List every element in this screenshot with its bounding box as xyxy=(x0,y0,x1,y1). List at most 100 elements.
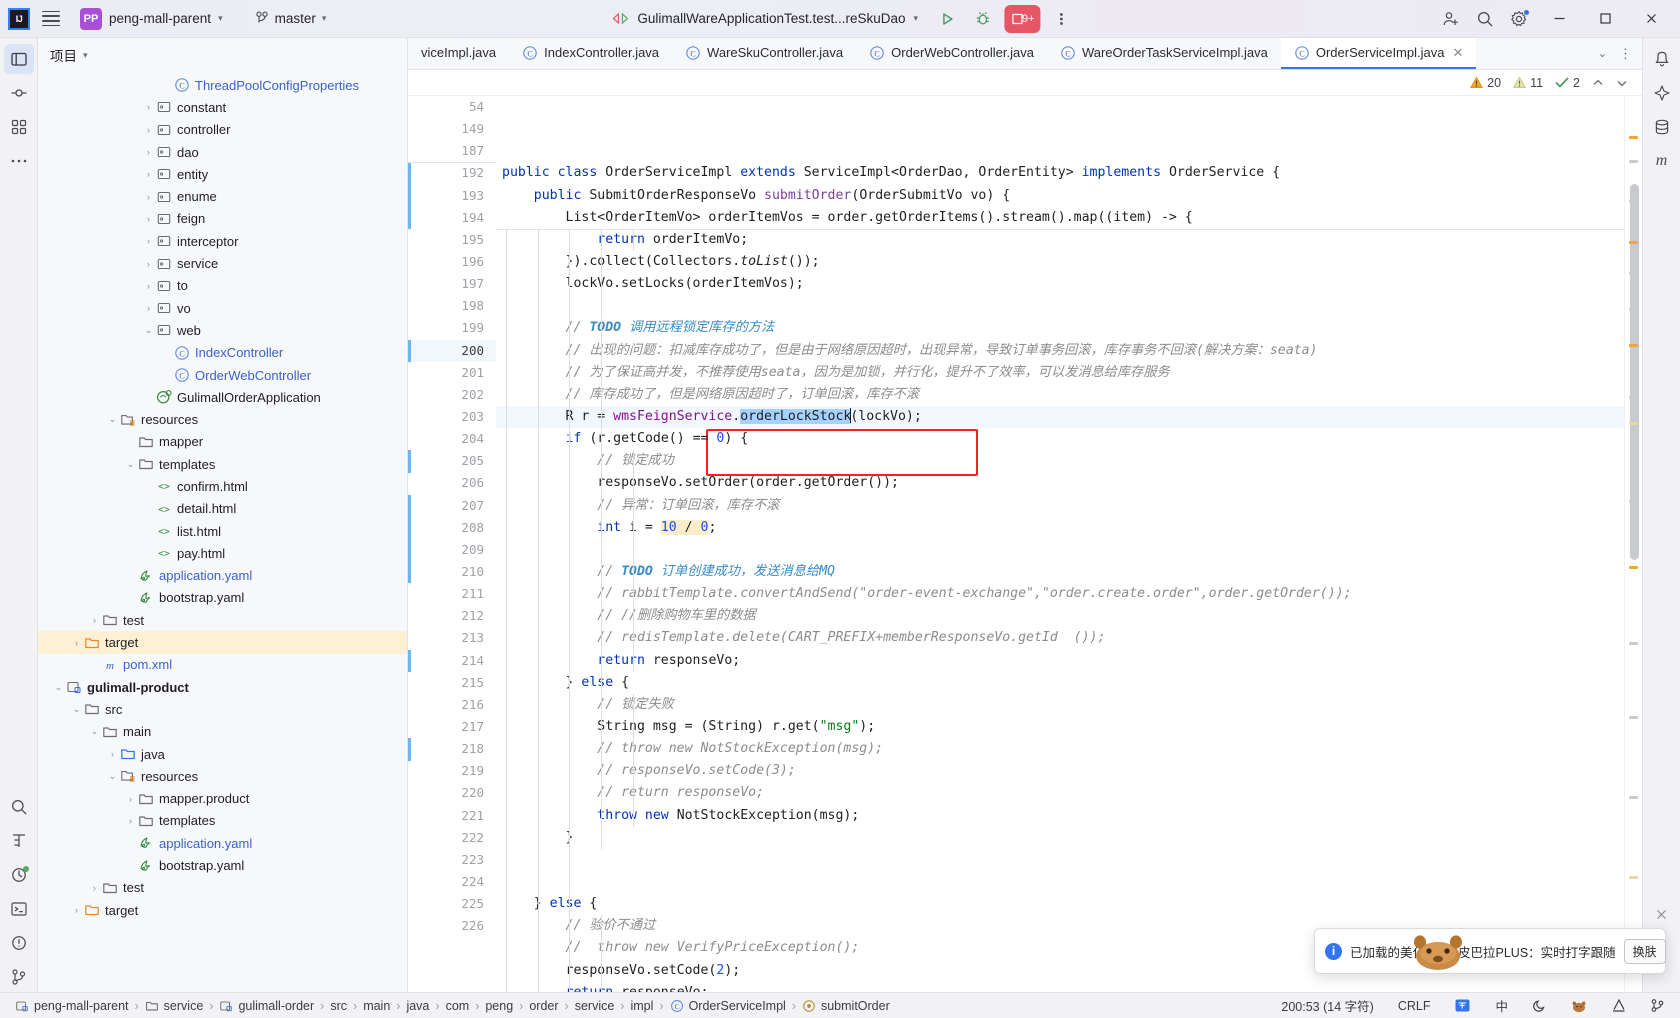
code-line[interactable]: }).collect(Collectors.toList()); xyxy=(496,251,1624,274)
chevron-down-icon[interactable]: ⌄ xyxy=(106,414,119,425)
line-number-gutter[interactable]: 54 149 187 192 193 194 195 196 197 198 199 200 201 20… xyxy=(408,96,496,992)
chevron-right-icon[interactable]: › xyxy=(142,303,155,313)
tree-item-entity[interactable]: › entity xyxy=(38,163,407,185)
tool-window-project[interactable] xyxy=(3,44,34,74)
inspection-widget-icon[interactable] xyxy=(1606,996,1631,1015)
chevron-down-icon[interactable]: ⌄ xyxy=(106,771,119,782)
main-menu-hamburger-icon[interactable] xyxy=(40,8,62,30)
breadcrumb-item-com[interactable]: com xyxy=(441,997,475,1015)
tree-item-src[interactable]: ⌄ src xyxy=(38,698,407,720)
tree-item-gulimall-product[interactable]: ⌄ gulimall-product xyxy=(38,676,407,698)
stripe-mark[interactable] xyxy=(1629,500,1638,503)
weak-warnings-count[interactable]: 11 xyxy=(1513,76,1543,90)
project-file-tree[interactable]: C ThreadPoolConfigProperties › constant › con… xyxy=(38,72,407,992)
stripe-mark[interactable] xyxy=(1629,241,1638,244)
chevron-right-icon[interactable]: › xyxy=(142,214,155,224)
tree-item-pom-xml[interactable]: m pom.xml xyxy=(38,654,407,676)
tool-window-terminal[interactable] xyxy=(4,894,34,924)
notifications-count-badge[interactable]: 9+ xyxy=(1004,4,1041,33)
tree-item-dao[interactable]: › dao xyxy=(38,141,407,163)
line-number[interactable]: 197 xyxy=(408,273,496,295)
code-line[interactable]: // throw new NotStockException(msg); xyxy=(496,738,1624,761)
line-number[interactable]: 215 xyxy=(408,672,496,694)
tree-item-enume[interactable]: › enume xyxy=(38,185,407,207)
stripe-mark[interactable] xyxy=(1629,566,1638,569)
code-line[interactable]: int i = 10 / 0; xyxy=(496,516,1624,539)
code-line[interactable]: // 异常：订单回滚，库存不滚 xyxy=(496,494,1624,517)
tree-item-resources[interactable]: ⌄ resources xyxy=(38,765,407,787)
code-line[interactable]: throw new NotStockException(msg); xyxy=(496,804,1624,827)
close-icon[interactable] xyxy=(1656,909,1667,920)
stripe-mark[interactable] xyxy=(1629,160,1638,163)
stripe-mark[interactable] xyxy=(1629,716,1638,719)
tool-window-find[interactable] xyxy=(4,792,34,822)
tree-item-mapper[interactable]: mapper xyxy=(38,431,407,453)
tree-item-application-yaml[interactable]: application.yaml xyxy=(38,832,407,854)
maximize-window-button[interactable] xyxy=(1584,0,1626,38)
code-line[interactable]: if (r.getCode() == 0) { xyxy=(496,428,1624,451)
stripe-mark[interactable] xyxy=(1629,308,1638,311)
breadcrumb-item-submitorder[interactable]: submitOrder xyxy=(797,997,895,1015)
chevron-right-icon[interactable]: › xyxy=(142,281,155,291)
tree-item-indexcontroller[interactable]: C IndexController xyxy=(38,342,407,364)
line-number[interactable]: 193 xyxy=(408,185,496,207)
theme-toggle-icon[interactable] xyxy=(1527,996,1552,1015)
close-tab-icon[interactable]: ✕ xyxy=(1452,45,1463,61)
git-branch-selector[interactable]: master ▾ xyxy=(247,8,335,29)
editor-tab-orderwebcontroller[interactable]: C OrderWebController.java xyxy=(856,38,1047,69)
line-number[interactable]: 202 xyxy=(408,384,496,406)
code-line[interactable]: // 锁定失败 xyxy=(496,693,1624,716)
breadcrumb[interactable]: peng-mall-parent › service › gulimall-order ›… xyxy=(10,997,895,1015)
code-line[interactable]: return orderItemVo; xyxy=(496,228,1624,252)
line-number[interactable]: 195 xyxy=(408,229,496,251)
stripe-mark[interactable] xyxy=(1629,136,1638,139)
chevron-down-icon[interactable]: ⌄ xyxy=(124,459,137,470)
run-button[interactable] xyxy=(932,5,962,33)
line-number[interactable]: 201 xyxy=(408,362,496,384)
tree-item-detail-html[interactable]: <> detail.html xyxy=(38,498,407,520)
breadcrumb-item-java[interactable]: java xyxy=(401,997,434,1015)
tree-item-java[interactable]: › java xyxy=(38,743,407,765)
tree-item-bootstrap-yaml[interactable]: bootstrap.yaml xyxy=(38,587,407,609)
code-line[interactable]: // TODO 调用远程锁定库存的方法 xyxy=(496,317,1624,340)
warnings-count[interactable]: 20 xyxy=(1470,76,1501,90)
chevron-down-icon[interactable]: ⌄ xyxy=(88,726,101,737)
tree-item-list-html[interactable]: <> list.html xyxy=(38,520,407,542)
breadcrumb-item-service[interactable]: service xyxy=(570,997,620,1015)
code-line[interactable]: public SubmitOrderResponseVo submitOrder… xyxy=(496,184,1624,207)
line-number[interactable]: 225 xyxy=(408,893,496,915)
tool-window-problems[interactable] xyxy=(4,928,34,958)
line-number[interactable]: 208 xyxy=(408,517,496,539)
debug-button[interactable] xyxy=(968,5,998,33)
chevron-right-icon[interactable]: › xyxy=(142,102,155,112)
chevron-right-icon[interactable]: › xyxy=(124,794,137,804)
line-number[interactable]: 207 xyxy=(408,495,496,517)
tree-item-resources[interactable]: ⌄ resources xyxy=(38,408,407,430)
editor-tab-wareskucontroller[interactable]: C WareSkuController.java xyxy=(672,38,856,69)
breadcrumb-item-service[interactable]: service xyxy=(140,997,209,1015)
tree-item-interceptor[interactable]: › interceptor xyxy=(38,230,407,252)
ime-indicator[interactable] xyxy=(1449,995,1476,1016)
chevron-right-icon[interactable]: › xyxy=(124,816,137,826)
code-line[interactable]: // TODO 订单创建成功，发送消息给MQ xyxy=(496,561,1624,584)
tool-window-notifications[interactable] xyxy=(1647,44,1677,74)
stripe-mark[interactable] xyxy=(1629,876,1638,879)
code-line[interactable]: // 出现的问题：扣减库存成功了，但是由于网络原因超时，出现异常，导致订单事务回… xyxy=(496,339,1624,362)
editor-tab-bar[interactable]: viceImpl.java C IndexController.java C WareS… xyxy=(408,38,1642,70)
chevron-down-icon[interactable]: ⌄ xyxy=(70,704,83,715)
tree-item-vo[interactable]: › vo xyxy=(38,297,407,319)
breadcrumb-item-impl[interactable]: impl xyxy=(625,997,658,1015)
intellij-logo-icon[interactable]: IJ xyxy=(8,7,30,30)
tree-item-web[interactable]: ⌄ web xyxy=(38,319,407,341)
code-content[interactable]: public class OrderServiceImpl extends Se… xyxy=(496,96,1624,992)
line-number[interactable]: 196 xyxy=(408,251,496,273)
stripe-mark[interactable] xyxy=(1629,396,1638,399)
chevron-right-icon[interactable]: › xyxy=(70,905,83,915)
code-line[interactable]: // 为了保证高并发，不推荐使用seata，因为是加锁，并行化，提升不了效率，可… xyxy=(496,361,1624,384)
tab-options-icon[interactable]: ⋮ xyxy=(1615,46,1636,62)
tree-item-confirm-html[interactable]: <> confirm.html xyxy=(38,475,407,497)
line-number[interactable]: 194 xyxy=(408,207,496,229)
line-number[interactable]: 54 xyxy=(408,96,496,119)
tree-item-templates[interactable]: › templates xyxy=(38,810,407,832)
stripe-mark[interactable] xyxy=(1629,642,1638,645)
